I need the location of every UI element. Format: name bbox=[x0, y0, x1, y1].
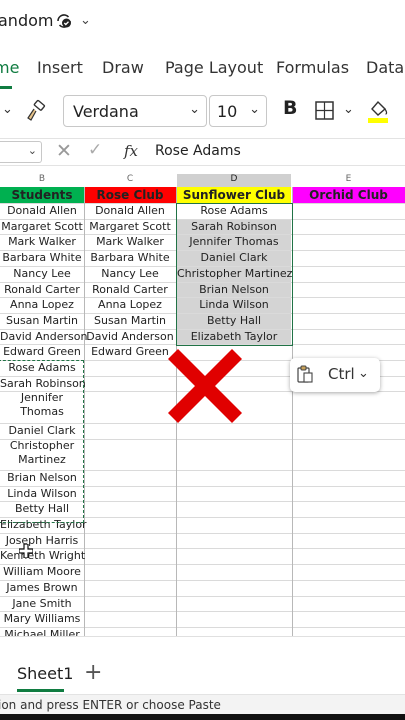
bold-button[interactable]: B bbox=[283, 97, 297, 119]
selection-border bbox=[176, 203, 293, 346]
autosave-status-icon bbox=[57, 14, 71, 28]
name-box[interactable]: ⌄ bbox=[0, 141, 42, 163]
tab-page-layout[interactable]: Page Layout bbox=[165, 58, 263, 77]
fill-color-icon[interactable] bbox=[366, 97, 392, 125]
rose-club-header[interactable]: Rose Club bbox=[84, 187, 176, 203]
tab-home[interactable]: me bbox=[0, 58, 19, 77]
student-cell[interactable]: Mark Walker bbox=[0, 234, 84, 250]
paste-options-button[interactable]: Ctrl ⌄ bbox=[290, 358, 380, 392]
name-box-chevron-icon: ⌄ bbox=[27, 144, 37, 157]
column-header-b[interactable]: B bbox=[0, 174, 84, 188]
format-painter-icon[interactable] bbox=[24, 99, 48, 123]
font-size-chevron-icon: ⌄ bbox=[249, 102, 260, 117]
status-bar: ion and press ENTER or choose Paste bbox=[0, 694, 405, 714]
workbook-title[interactable]: andom bbox=[0, 11, 53, 30]
borders-icon[interactable] bbox=[314, 100, 336, 122]
add-sheet-button[interactable]: + bbox=[84, 660, 102, 685]
copy-marquee bbox=[0, 360, 84, 523]
rose-club-cell[interactable]: Susan Martin bbox=[84, 313, 176, 329]
student-cell[interactable]: James Brown bbox=[0, 580, 84, 596]
rose-club-cell[interactable]: Mark Walker bbox=[84, 234, 176, 250]
bottom-edge bbox=[0, 714, 405, 720]
student-cell[interactable]: Joseph Harris bbox=[0, 533, 84, 549]
cancel-entry-icon[interactable]: ✕ bbox=[56, 140, 72, 162]
cell-cursor-icon bbox=[19, 544, 33, 558]
active-sheet-underline bbox=[17, 689, 64, 692]
font-size-value: 10 bbox=[217, 102, 238, 121]
tab-draw[interactable]: Draw bbox=[102, 58, 144, 77]
orchid-club-header[interactable]: Orchid Club bbox=[292, 187, 405, 203]
tab-data[interactable]: Data bbox=[366, 58, 404, 77]
clipboard-icon bbox=[297, 365, 313, 383]
rose-club-cell[interactable]: Donald Allen bbox=[84, 203, 176, 219]
paste-options-chevron-icon: ⌄ bbox=[358, 366, 369, 381]
paste-options-chevron-icon[interactable]: ⌄ bbox=[2, 102, 13, 117]
active-tab-underline bbox=[0, 86, 12, 89]
student-cell[interactable]: Mary Williams bbox=[0, 611, 84, 627]
error-cross-mark bbox=[168, 349, 242, 423]
column-header-c[interactable]: C bbox=[84, 174, 176, 188]
rose-club-cell[interactable]: David Anderson bbox=[84, 329, 176, 345]
title-chevron-down-icon[interactable]: ⌄ bbox=[80, 13, 91, 28]
student-cell[interactable]: Nancy Lee bbox=[0, 266, 84, 282]
students-header[interactable]: Students bbox=[0, 187, 84, 203]
confirm-entry-icon[interactable]: ✓ bbox=[88, 140, 102, 160]
font-family-select[interactable]: Verdana ⌄ bbox=[63, 95, 207, 127]
insert-function-icon[interactable]: fx bbox=[124, 142, 138, 160]
tab-formulas[interactable]: Formulas bbox=[276, 58, 349, 77]
formula-input[interactable]: Rose Adams bbox=[155, 143, 241, 159]
student-cell[interactable]: Donald Allen bbox=[0, 203, 84, 219]
font-family-value: Verdana bbox=[73, 102, 139, 121]
sunflower-club-header[interactable]: Sunflower Club bbox=[177, 187, 291, 203]
font-size-select[interactable]: 10 ⌄ bbox=[209, 95, 267, 127]
student-cell[interactable]: Kenneth Wright bbox=[0, 548, 85, 564]
rose-club-cell[interactable]: Anna Lopez bbox=[84, 297, 176, 313]
student-cell[interactable]: Jane Smith bbox=[0, 596, 84, 612]
ribbon-tabs: me Insert Draw Page Layout Formulas Data bbox=[0, 50, 405, 88]
student-cell[interactable]: Susan Martin bbox=[0, 313, 84, 329]
rose-club-cell[interactable]: Ronald Carter bbox=[84, 282, 176, 298]
sheet-tab-bar: Sheet1 + bbox=[0, 636, 405, 694]
rose-club-cell[interactable]: Margaret Scott bbox=[84, 219, 176, 235]
student-cell[interactable]: Michael Miller bbox=[0, 627, 84, 636]
formula-bar: ⌄ ✕ ✓ fx Rose Adams bbox=[0, 138, 405, 166]
tab-insert[interactable]: Insert bbox=[37, 58, 83, 77]
status-message: ion and press ENTER or choose Paste bbox=[0, 698, 221, 712]
paste-options-label: Ctrl bbox=[328, 365, 355, 383]
ribbon-toolbar: ⌄ Verdana ⌄ 10 ⌄ B ⌄ bbox=[0, 94, 405, 130]
sheet-tab-sheet1[interactable]: Sheet1 bbox=[17, 664, 73, 683]
column-header-e[interactable]: E bbox=[292, 174, 405, 188]
font-family-chevron-icon: ⌄ bbox=[189, 102, 200, 117]
student-cell[interactable]: Margaret Scott bbox=[0, 219, 84, 235]
student-cell[interactable]: David Anderson bbox=[0, 329, 87, 345]
student-cell[interactable]: Anna Lopez bbox=[0, 297, 84, 313]
student-cell[interactable]: Barbara White bbox=[0, 250, 84, 266]
student-cell[interactable]: William Moore bbox=[0, 564, 84, 580]
rose-club-cell[interactable]: Nancy Lee bbox=[84, 266, 176, 282]
student-cell[interactable]: Ronald Carter bbox=[0, 282, 84, 298]
column-header-d[interactable]: D bbox=[177, 174, 291, 188]
rose-club-cell[interactable]: Barbara White bbox=[84, 250, 176, 266]
borders-chevron-icon[interactable]: ⌄ bbox=[343, 102, 354, 117]
title-bar: andom ⌄ bbox=[0, 0, 405, 44]
student-cell[interactable]: Edward Green bbox=[0, 344, 84, 360]
